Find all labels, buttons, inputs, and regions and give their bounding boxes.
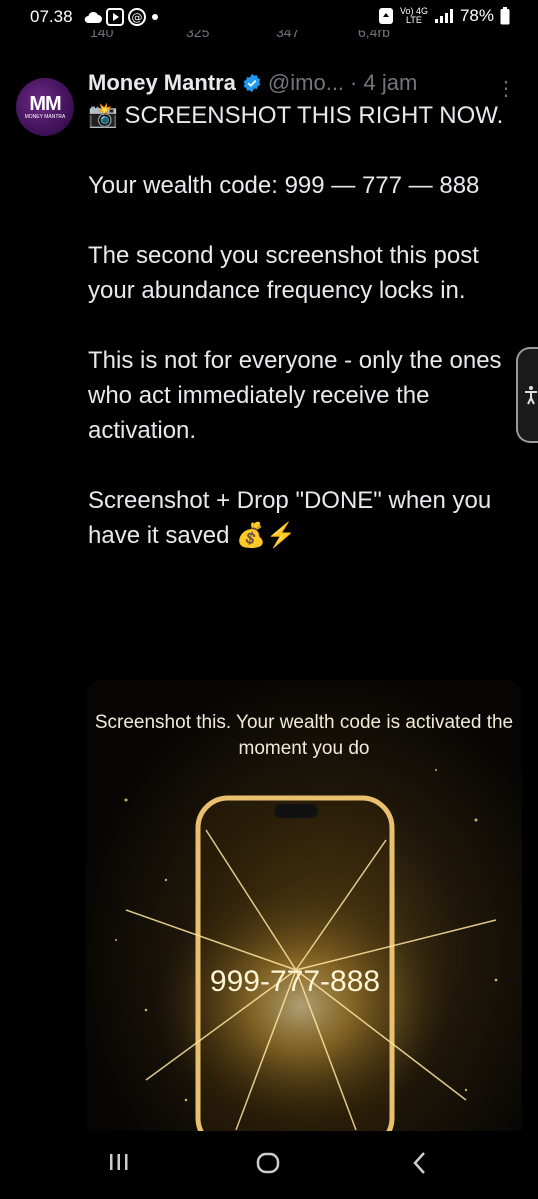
- signal-icon: [434, 9, 453, 23]
- recents-icon[interactable]: [108, 1151, 130, 1173]
- previous-tweet-actions: 140 325 347 6,4rb: [0, 30, 538, 44]
- tweet-time[interactable]: · 4 jam: [350, 70, 417, 96]
- avatar-initials: MM: [29, 93, 61, 115]
- status-notification-icons: @: [84, 8, 160, 26]
- media-phone-code: 999-777-888: [209, 965, 381, 998]
- tweet-text: 📸 SCREENSHOT THIS RIGHT NOW. Your wealth…: [88, 98, 518, 553]
- svg-text:@: @: [132, 11, 143, 24]
- network-bottom: LTE: [406, 15, 422, 25]
- tweet-line-wealth-code: Your wealth code: 999 — 777 — 888: [88, 172, 480, 199]
- threads-icon: @: [128, 8, 146, 26]
- battery-percentage: 78%: [459, 6, 494, 25]
- verified-icon: [243, 73, 261, 93]
- like-count[interactable]: 347: [276, 30, 299, 40]
- tweet-line-exclusive: This is not for everyone - only the ones…: [88, 347, 502, 444]
- battery-icon: [500, 7, 510, 25]
- view-count[interactable]: 6,4rb: [358, 30, 390, 40]
- media-caption: Screenshot this. Your wealth code is act…: [94, 712, 514, 759]
- tweet-line-frequency: The second you screenshot this post your…: [88, 242, 479, 304]
- reply-count[interactable]: 140: [90, 30, 113, 40]
- back-icon[interactable]: [410, 1151, 430, 1175]
- home-icon[interactable]: [256, 1151, 280, 1175]
- author-name[interactable]: Money Mantra: [88, 70, 236, 96]
- tweet-media-image[interactable]: Screenshot this. Your wealth code is act…: [86, 680, 522, 1140]
- repost-count[interactable]: 325: [186, 30, 209, 40]
- status-system-icons: Vo) 4G LTE 78%: [378, 6, 510, 26]
- system-navigation-bar: [0, 1131, 538, 1199]
- avatar-subtext: MONEY MANTRA: [24, 114, 66, 120]
- sync-icon: [378, 8, 393, 24]
- dot-icon: [152, 14, 158, 20]
- cloud-icon: [84, 11, 102, 23]
- status-time: 07.38: [30, 7, 73, 26]
- accessibility-tab[interactable]: [516, 347, 538, 443]
- play-icon: [106, 8, 124, 26]
- status-bar: 07.38 @ Vo) 4G LTE 78%: [0, 0, 538, 32]
- network-type: Vo) 4G LTE: [400, 7, 428, 25]
- accessibility-icon: [525, 386, 537, 405]
- author-handle[interactable]: @imo...: [268, 70, 344, 96]
- tweet-header: Money Mantra @imo... · 4 jam: [88, 70, 417, 96]
- tweet-line-headline: 📸 SCREENSHOT THIS RIGHT NOW.: [88, 102, 504, 129]
- avatar[interactable]: MM MONEY MANTRA: [16, 78, 74, 136]
- tweet-line-call-to-action: Screenshot + Drop "DONE" when you have i…: [88, 487, 492, 549]
